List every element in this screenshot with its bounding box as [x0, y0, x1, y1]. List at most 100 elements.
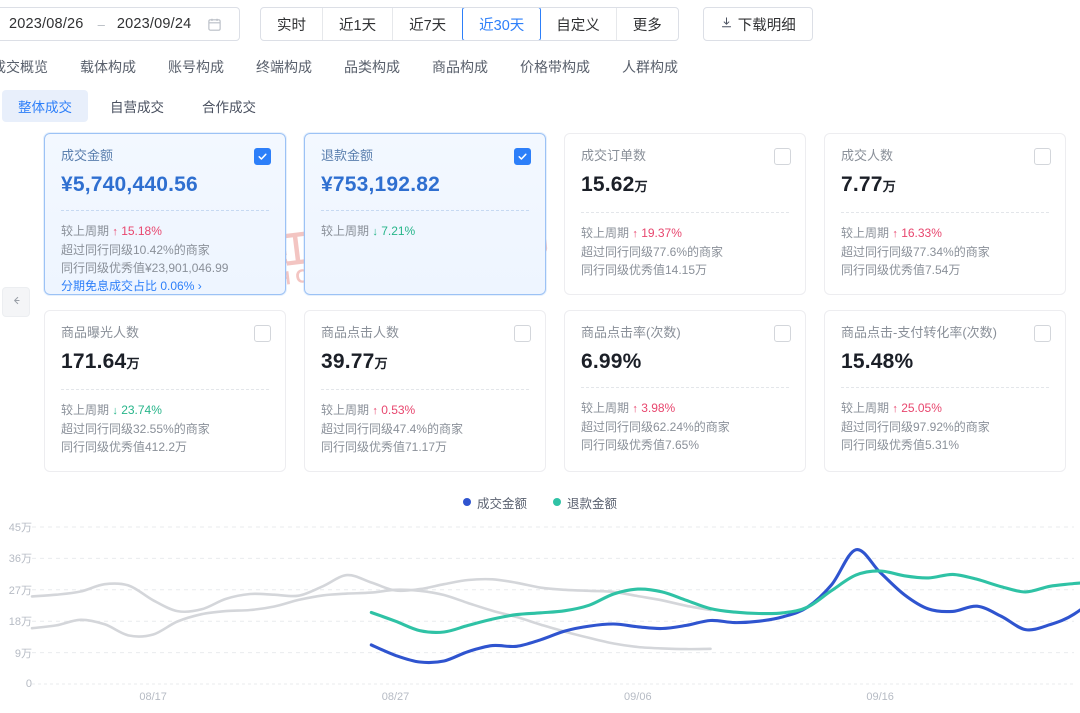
metric-card-checkbox[interactable] — [514, 325, 531, 342]
date-range-end[interactable]: 2023/09/24 — [117, 16, 192, 32]
metric-card-checkbox[interactable] — [774, 148, 791, 165]
metric-card-title: 商品点击人数 — [321, 325, 400, 340]
tab-category-composition[interactable]: 品类构成 — [328, 57, 416, 77]
metric-card-value-unit: 万 — [882, 179, 896, 194]
metric-card-peer-text: 同行同级优秀值¥23,901,046.99 — [61, 261, 229, 275]
metric-card[interactable]: 成交金额 ¥5,740,440.56 较上周期 ↑ 15.18% 超过同行同级10.4… — [44, 133, 286, 295]
calendar-icon[interactable] — [207, 17, 222, 32]
metric-card-title: 商品点击率(次数) — [581, 325, 681, 340]
download-detail-button[interactable]: 下载明细 — [702, 7, 813, 41]
toolbar: 2023/08/26 – 2023/09/24 实时 近1天 近7天 近30天 … — [0, 0, 1080, 48]
metric-card-title: 商品曝光人数 — [61, 325, 140, 340]
trend-chart: 成交金额 退款金额 0 9万 18万 27万 36万 45万 08/17 08/27 09/06… — [0, 485, 1080, 713]
metric-card-divider — [61, 210, 269, 211]
sidebar-collapse-button[interactable] — [2, 287, 30, 317]
range-option-1day[interactable]: 近1天 — [323, 8, 394, 40]
metric-card-link[interactable]: 分期免息成交占比 0.06% › — [61, 277, 269, 295]
metric-card[interactable]: 商品曝光人数 171.64万 较上周期 ↓ 23.74% 超过同行同级32.55%的商… — [44, 310, 286, 472]
metric-card-delta-label: 较上周期 — [581, 226, 630, 240]
metric-card-meta: 较上周期 ↑ 15.18% 超过同行同级10.42%的商家同行同级优秀值¥23,9… — [61, 222, 269, 295]
chart-y-tick-label: 0 — [25, 678, 32, 690]
download-detail-label: 下载明细 — [737, 17, 796, 34]
range-option-7days[interactable]: 近7天 — [393, 8, 464, 40]
metric-card-delta-label: 较上周期 — [841, 226, 890, 240]
metric-card-peer-text: 同行同级优秀值71.17万 — [321, 440, 448, 454]
metric-card-delta-number: 16.33% — [897, 226, 942, 240]
metric-card-divider — [321, 210, 529, 211]
metric-card-meta: 较上周期 ↓ 7.21% — [321, 222, 529, 241]
tab-price-band-composition[interactable]: 价格带构成 — [504, 57, 606, 77]
date-range-picker[interactable]: 2023/08/26 – 2023/09/24 — [0, 7, 240, 41]
metric-card-value: ¥753,192.82 — [321, 172, 529, 198]
metric-card-checkbox[interactable] — [254, 148, 271, 165]
metric-card-delta-label: 较上周期 — [61, 224, 110, 238]
metric-card-delta-value: ↓ 7.21% — [372, 224, 415, 238]
metric-card-checkbox[interactable] — [774, 325, 791, 342]
legend-dot-gmv — [462, 498, 471, 506]
chart-y-tick-label: 36万 — [8, 553, 32, 566]
chart-x-tick-label: 09/06 — [624, 691, 652, 703]
tab-carrier-composition[interactable]: 载体构成 — [64, 57, 152, 77]
range-option-custom[interactable]: 自定义 — [540, 8, 617, 40]
tab-terminal-composition[interactable]: 终端构成 — [240, 57, 328, 77]
metric-card-checkbox[interactable] — [1034, 148, 1051, 165]
metric-card-value-number: ¥5,740,440.56 — [61, 173, 198, 196]
chart-legend: 成交金额 退款金额 — [0, 485, 1080, 519]
metric-card-delta-label: 较上周期 — [321, 224, 370, 238]
metric-card-value: 6.99% — [581, 349, 789, 375]
download-icon — [720, 16, 733, 33]
metric-card-grid: 成交金额 ¥5,740,440.56 较上周期 ↑ 15.18% 超过同行同级10.4… — [44, 133, 1066, 472]
metric-card-delta-row: 较上周期 ↑ 16.33% — [841, 224, 1049, 243]
pill-partner-deal[interactable]: 合作成交 — [186, 90, 272, 122]
metric-card[interactable]: 商品点击-支付转化率(次数) 15.48% 较上周期 ↑ 25.05% 超过同行同级9… — [824, 310, 1066, 472]
deal-type-tabs: 整体成交 自营成交 合作成交 — [0, 90, 272, 122]
range-option-more[interactable]: 更多 — [617, 8, 678, 40]
metric-card-checkbox[interactable] — [254, 325, 271, 342]
chart-y-tick-label: 27万 — [8, 584, 32, 597]
metric-card-value-number: 15.48% — [841, 350, 914, 373]
metric-card[interactable]: 商品点击人数 39.77万 较上周期 ↑ 0.53% 超过同行同级47.4%的商家 同行… — [304, 310, 546, 472]
metric-card-delta-row: 较上周期 ↑ 0.53% — [321, 401, 529, 420]
metric-card-meta: 较上周期 ↑ 19.37% 超过同行同级77.6%的商家 同行同级优秀值14.15万 — [581, 224, 789, 279]
chevron-left-icon — [11, 293, 22, 311]
legend-label-refund: 退款金额 — [567, 496, 618, 511]
metric-card[interactable]: 成交订单数 15.62万 较上周期 ↑ 19.37% 超过同行同级77.6%的商家 同行… — [564, 133, 806, 295]
metric-card-peer-text: 同行同级优秀值14.15万 — [581, 263, 708, 277]
legend-item-gmv[interactable]: 成交金额 — [462, 493, 527, 512]
metric-card-peer-text: 同行同级优秀值5.31% — [841, 438, 960, 452]
metric-card-checkbox[interactable] — [514, 148, 531, 165]
pill-overall-deal[interactable]: 整体成交 — [2, 90, 88, 122]
metric-card-value: 7.77万 — [841, 172, 1049, 200]
metric-card-meta: 较上周期 ↑ 3.98% 超过同行同级62.24%的商家 同行同级优秀值7.65% — [581, 399, 789, 454]
date-range-separator: – — [97, 16, 105, 32]
chart-svg — [30, 526, 1080, 685]
date-range-start[interactable]: 2023/08/26 — [9, 16, 84, 32]
tab-audience-composition[interactable]: 人群构成 — [606, 57, 694, 77]
metric-card-title: 商品点击-支付转化率(次数) — [841, 325, 997, 340]
metric-card-delta-number: 7.21% — [377, 224, 416, 238]
metric-card[interactable]: 成交人数 7.77万 较上周期 ↑ 16.33% 超过同行同级77.34%的商家 同行同… — [824, 133, 1066, 295]
metric-card[interactable]: 商品点击率(次数) 6.99% 较上周期 ↑ 3.98% 超过同行同级62.24%的商… — [564, 310, 806, 472]
tab-product-composition[interactable]: 商品构成 — [416, 57, 504, 77]
legend-item-refund[interactable]: 退款金额 — [553, 493, 617, 512]
metric-card-rank-text: 超过同行同级62.24%的商家 — [581, 420, 730, 434]
metric-card-delta-value: ↑ 16.33% — [892, 226, 942, 240]
metric-card-divider — [841, 387, 1049, 388]
metric-card-checkbox[interactable] — [1034, 325, 1051, 342]
metric-card[interactable]: 退款金额 ¥753,192.82 较上周期 ↓ 7.21% — [304, 133, 546, 295]
tab-deal-overview[interactable]: 成交概览 — [0, 57, 64, 77]
chart-plot-area[interactable]: 0 9万 18万 27万 36万 45万 08/17 08/27 09/06 09/16 — [0, 519, 1080, 713]
range-option-30days[interactable]: 近30天 — [462, 8, 542, 40]
range-option-realtime[interactable]: 实时 — [261, 8, 323, 40]
metric-card-rank-text: 超过同行同级10.42%的商家 — [61, 243, 210, 257]
pill-self-operated-deal[interactable]: 自营成交 — [94, 90, 180, 122]
tab-account-composition[interactable]: 账号构成 — [152, 57, 240, 77]
metric-card-delta-value: ↑ 15.18% — [112, 224, 162, 238]
metric-card-divider — [321, 389, 529, 390]
metric-card-delta-row: 较上周期 ↑ 19.37% — [581, 224, 789, 243]
metric-card-peer-text: 同行同级优秀值412.2万 — [61, 440, 188, 454]
metric-card-delta-number: 15.18% — [117, 224, 162, 238]
chart-line-previous — [30, 588, 712, 651]
metric-card-value-number: 15.62 — [581, 173, 635, 196]
metric-card-delta-row: 较上周期 ↓ 23.74% — [61, 401, 269, 420]
